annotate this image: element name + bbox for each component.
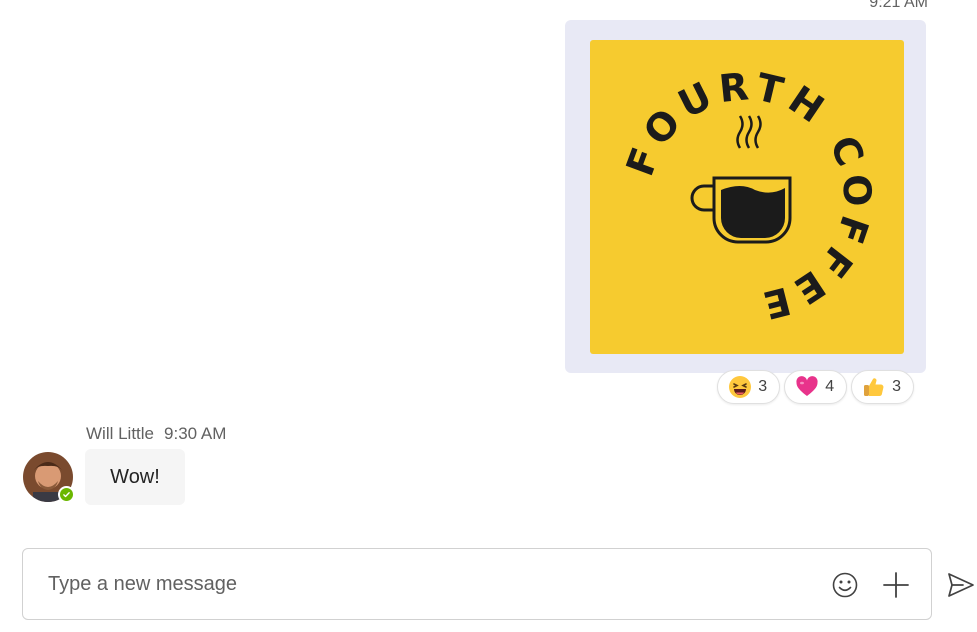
message-time: 9:30 AM	[164, 424, 227, 443]
message-text: Wow!	[110, 465, 160, 488]
reaction-count: 4	[825, 378, 835, 395]
emoji-button[interactable]	[831, 571, 859, 599]
image-message[interactable]: FOURTH COFFEE	[565, 20, 926, 373]
message-timestamp: 9:21 AM	[869, 0, 928, 11]
emoji-icon	[832, 572, 858, 598]
message-bubble[interactable]: Wow!	[85, 449, 185, 505]
logo-graphic: FOURTH COFFEE	[618, 64, 874, 329]
reaction-count: 3	[892, 378, 901, 395]
avatar[interactable]	[23, 452, 75, 503]
reactions-bar: 3 4 3	[717, 370, 914, 404]
add-button[interactable]	[881, 570, 911, 600]
message-header: Will Little 9:30 AM	[86, 424, 226, 444]
reaction-count: 3	[758, 378, 768, 395]
thumbs-up-emoji-icon	[864, 378, 884, 397]
reaction-thumbs-up[interactable]: 3	[851, 370, 914, 404]
presence-available-icon	[58, 486, 75, 503]
message-composer[interactable]: Type a new message	[22, 548, 932, 620]
reaction-laughing[interactable]: 3	[717, 370, 781, 404]
message-input[interactable]: Type a new message	[48, 573, 237, 596]
send-button[interactable]	[946, 570, 976, 600]
heart-emoji-icon	[796, 376, 818, 396]
reaction-heart[interactable]: 4	[784, 370, 848, 404]
fourth-coffee-logo[interactable]: FOURTH COFFEE	[590, 40, 904, 354]
send-icon	[948, 573, 974, 597]
add-icon	[883, 572, 909, 598]
sender-name: Will Little	[86, 424, 155, 443]
laughing-emoji-icon	[729, 376, 752, 398]
